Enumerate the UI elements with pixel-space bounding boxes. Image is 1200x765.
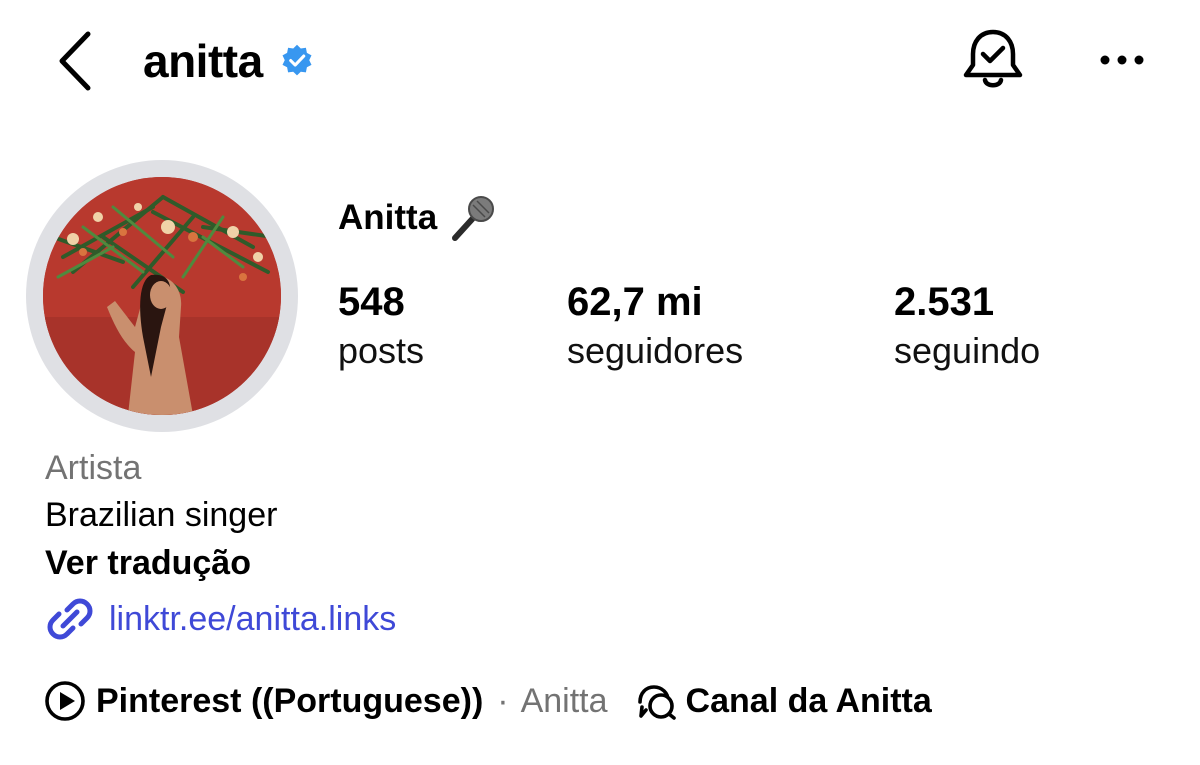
see-translation-link[interactable]: Ver tradução <box>45 540 396 586</box>
link-icon <box>47 598 93 640</box>
profile-avatar[interactable] <box>26 160 298 432</box>
profile-meta-row: Pinterest ((Portuguese)) · Anitta Canal … <box>44 678 932 724</box>
meta-separator: · <box>497 682 509 720</box>
link-url: linktr.ee/anitta.links <box>109 600 397 638</box>
avatar-image <box>43 177 281 415</box>
stat-following[interactable]: 2.531 seguindo <box>894 278 1040 374</box>
profile-header: anitta <box>143 33 315 89</box>
stat-followers[interactable]: 62,7 mi seguidores <box>567 278 743 374</box>
display-name-row: Anitta <box>338 192 499 244</box>
more-options-button[interactable] <box>1094 44 1150 76</box>
broadcast-channel-icon <box>637 685 676 720</box>
posts-label: posts <box>338 330 425 371</box>
more-horizontal-icon <box>1100 55 1144 65</box>
back-button[interactable] <box>52 30 100 92</box>
microphone-icon <box>452 196 495 241</box>
bell-check-icon <box>963 29 1023 88</box>
profile-category: Artista <box>45 449 142 487</box>
channel-link[interactable]: Canal da Anitta <box>686 678 932 724</box>
followers-count: 62,7 mi <box>567 280 703 324</box>
stat-posts[interactable]: 548 posts <box>338 278 424 374</box>
notifications-button[interactable] <box>960 26 1026 94</box>
avatar-photo <box>43 177 281 415</box>
following-count: 2.531 <box>894 280 995 324</box>
external-link[interactable]: linktr.ee/anitta.links <box>45 594 396 644</box>
pinterest-link[interactable]: Pinterest ((Portuguese)) <box>96 678 483 724</box>
posts-count: 548 <box>338 280 405 324</box>
chevron-left-icon <box>59 31 91 91</box>
profile-bio: Artista Brazilian singer Ver tradução li… <box>45 446 396 644</box>
artist-name-link[interactable]: Anitta <box>521 678 608 724</box>
profile-page: anitta Anitta 548 posts 62,7 mi seguidor… <box>0 0 1200 765</box>
username-title: anitta <box>143 35 263 87</box>
following-label: seguindo <box>894 330 1041 371</box>
bio-text: Brazilian singer <box>45 496 278 534</box>
display-name: Anitta <box>338 198 438 237</box>
verified-badge-icon <box>282 44 312 76</box>
play-circle-icon <box>45 681 85 721</box>
followers-label: seguidores <box>567 330 744 371</box>
